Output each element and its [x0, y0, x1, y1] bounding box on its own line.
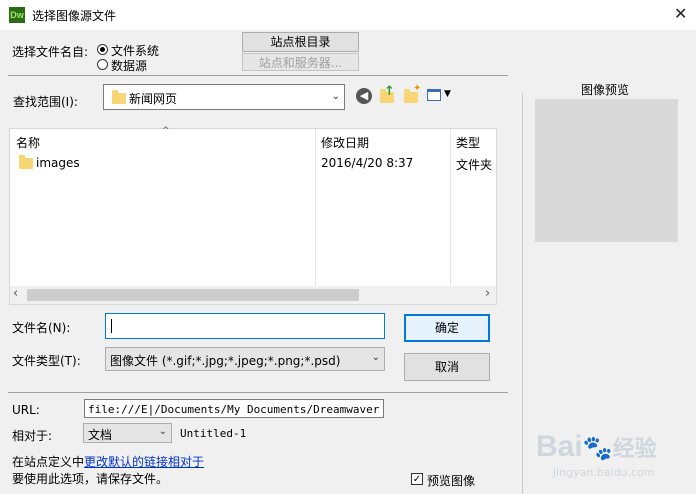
- row-name: images: [36, 156, 80, 170]
- separator-top: [8, 75, 508, 76]
- site-root-button[interactable]: 站点根目录: [242, 32, 359, 52]
- note-prefix: 在站点定义中: [12, 455, 85, 469]
- document-name: Untitled-1: [180, 427, 247, 440]
- save-file-note: 要使用此选项，请保存文件。: [12, 472, 169, 486]
- new-folder-icon[interactable]: ✦: [403, 83, 421, 104]
- image-preview-area: [535, 99, 678, 242]
- view-menu-arrow-icon[interactable]: ▼: [444, 89, 451, 99]
- vertical-divider: [522, 93, 523, 494]
- filename-label: 文件名(N):: [12, 321, 71, 335]
- watermark-logo: Bai🐾经验: [536, 430, 657, 463]
- scroll-left-icon[interactable]: ‹: [13, 286, 18, 301]
- row-type: 文件夹: [456, 158, 493, 172]
- site-definition-note: 在站点定义中更改默认的链接相对于: [12, 453, 204, 470]
- preview-checkbox[interactable]: ✓: [411, 473, 423, 485]
- text-caret: [111, 319, 112, 333]
- preview-title: 图像预览: [581, 83, 630, 97]
- url-input[interactable]: file:///E|/Documents/My Documents/Dreamw…: [84, 399, 384, 418]
- radio-filesystem[interactable]: [97, 44, 108, 55]
- watermark-url: jingyan.baidu.com: [553, 466, 655, 479]
- column-header-name[interactable]: 名称: [16, 134, 40, 151]
- filetype-value: 图像文件 (*.gif;*.jpg;*.jpeg;*.png;*.psd): [110, 354, 341, 368]
- file-list[interactable]: ^ 名称 修改日期 类型 images 2016/4/20 8:37 文件夹 ‹…: [9, 126, 497, 305]
- horizontal-scrollbar[interactable]: ‹ ›: [10, 286, 496, 304]
- site-server-button[interactable]: 站点和服务器...: [242, 53, 359, 71]
- chevron-down-icon: ⌄: [158, 426, 167, 437]
- table-row[interactable]: images 2016/4/20 8:37 文件夹: [10, 153, 496, 173]
- relative-dropdown[interactable]: 文档 ⌄: [83, 423, 172, 443]
- lookin-value: 新闻网页: [129, 92, 178, 106]
- up-folder-icon[interactable]: ↑: [379, 84, 397, 104]
- chevron-down-icon: ⌄: [371, 352, 380, 363]
- radio-datasource[interactable]: [97, 59, 108, 70]
- preview-checkbox-label[interactable]: 预览图像: [427, 472, 475, 489]
- chevron-down-icon: ⌄: [331, 91, 340, 102]
- column-header-type[interactable]: 类型: [456, 134, 480, 151]
- filetype-dropdown[interactable]: 图像文件 (*.gif;*.jpg;*.jpeg;*.png;*.psd) ⌄: [105, 347, 385, 371]
- filename-input[interactable]: [105, 313, 385, 339]
- column-header-date[interactable]: 修改日期: [321, 134, 369, 151]
- cancel-button[interactable]: 取消: [404, 353, 490, 381]
- back-icon[interactable]: ◀: [356, 88, 372, 104]
- row-date: 2016/4/20 8:37: [321, 156, 414, 170]
- scroll-right-icon[interactable]: ›: [485, 286, 490, 301]
- change-link-relative-link[interactable]: 更改默认的链接相对于: [84, 455, 204, 469]
- dreamweaver-logo-icon: Dw: [9, 7, 25, 23]
- view-menu-icon[interactable]: [427, 89, 441, 101]
- url-value: file:///E|/Documents/My Documents/Dreamw…: [88, 403, 383, 416]
- sort-indicator-icon: ^: [162, 126, 170, 136]
- ok-button[interactable]: 确定: [404, 314, 490, 342]
- folder-icon: [112, 90, 126, 104]
- relative-label: 相对于:: [12, 429, 53, 443]
- lookin-dropdown[interactable]: 新闻网页 ⌄: [103, 84, 345, 110]
- lookin-label: 查找范围(I):: [13, 95, 78, 109]
- source-label: 选择文件名自:: [12, 45, 89, 59]
- radio-datasource-label[interactable]: 数据源: [111, 57, 147, 74]
- relative-value: 文档: [88, 428, 113, 442]
- url-label: URL:: [12, 403, 40, 417]
- folder-icon: [19, 155, 33, 169]
- scrollbar-thumb[interactable]: [27, 289, 359, 301]
- close-icon[interactable]: ✕: [674, 4, 687, 23]
- filetype-label: 文件类型(T):: [12, 354, 81, 368]
- window-title: 选择图像源文件: [32, 9, 117, 23]
- separator-bottom: [8, 392, 508, 393]
